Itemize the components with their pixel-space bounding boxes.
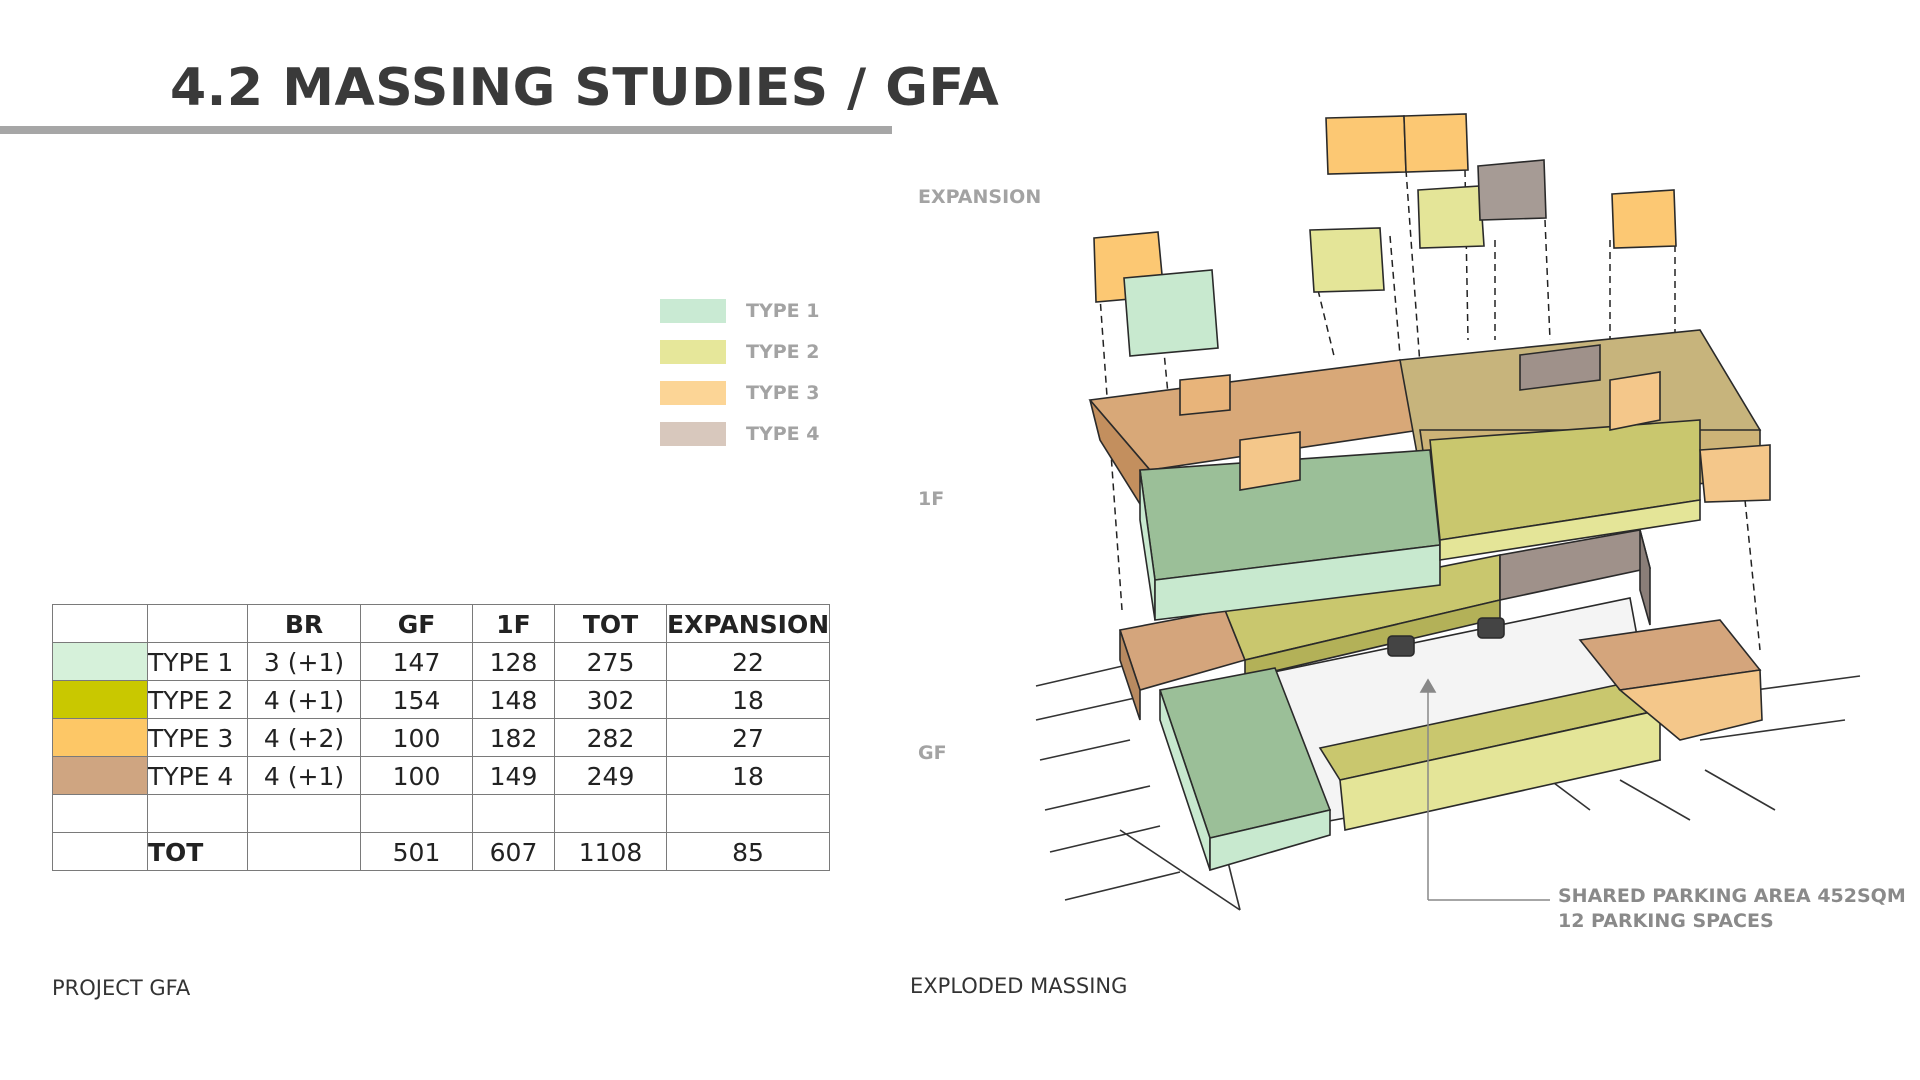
level-label-expansion: EXPANSION: [918, 186, 1042, 208]
level-label-1f: 1F: [918, 488, 945, 510]
parking-note: SHARED PARKING AREA 452SQM 12 PARKING SP…: [1558, 884, 1906, 934]
expansion-massing: [1093, 113, 1677, 357]
1f-massing: [1088, 329, 1771, 621]
parking-note-line-2: 12 PARKING SPACES: [1558, 910, 1774, 932]
level-label-gf: GF: [918, 742, 947, 764]
parking-note-line-1: SHARED PARKING AREA 452SQM: [1558, 885, 1906, 907]
